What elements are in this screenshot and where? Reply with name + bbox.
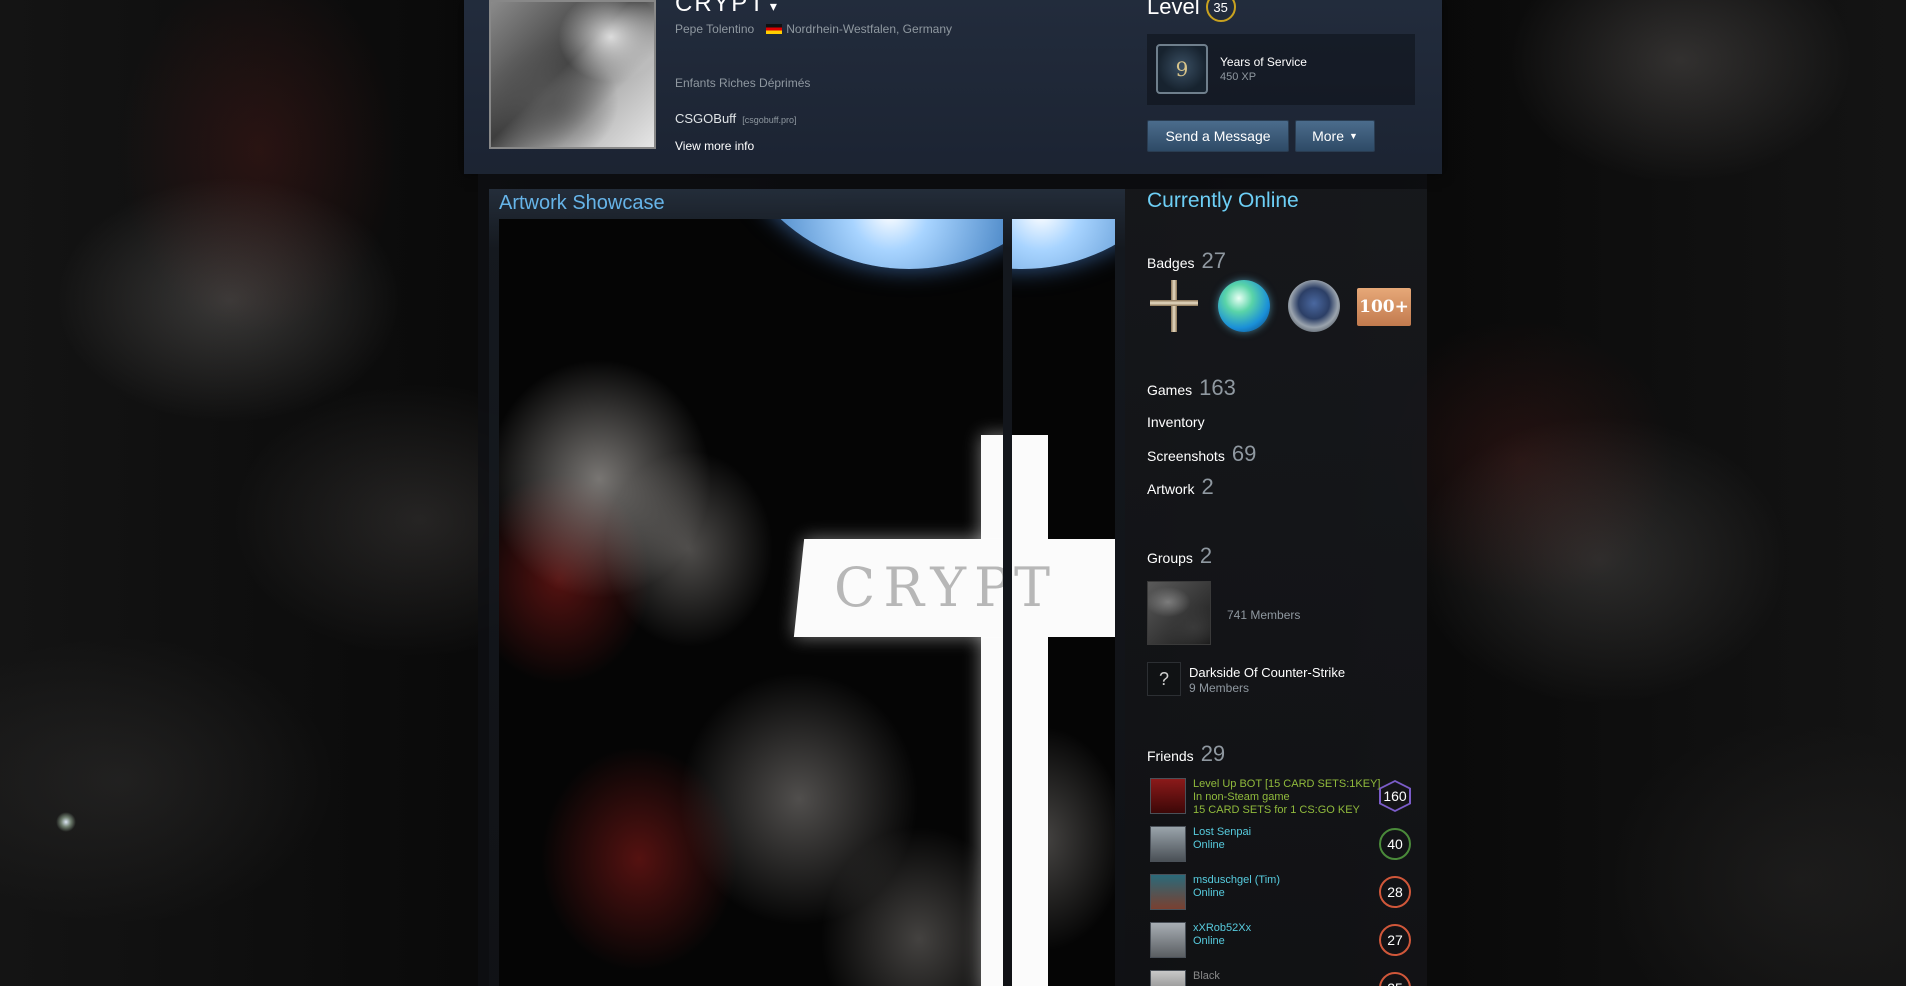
badges-more-button[interactable]: 100+ — [1357, 288, 1411, 326]
friend-status-detail: 15 CARD SETS for 1 CS:GO KEY — [1193, 804, 1360, 816]
friend-avatar — [1150, 826, 1186, 862]
friend-avatar — [1150, 778, 1186, 814]
friend-level: 28 — [1379, 876, 1411, 908]
friend-item[interactable]: xXRob52Xx Online 27 — [1150, 922, 1412, 964]
friend-level-badge: 160 — [1379, 780, 1411, 812]
more-label: More — [1312, 128, 1344, 144]
friend-status: Online — [1193, 935, 1225, 947]
real-name: Pepe Tolentino — [675, 22, 755, 36]
screenshots-link[interactable]: Screenshots 69 — [1147, 441, 1256, 467]
inventory-label: Inventory — [1147, 414, 1205, 430]
friend-status: Online — [1193, 839, 1225, 851]
friend-level: 27 — [1379, 924, 1411, 956]
friend-level: 25 — [1379, 972, 1411, 986]
planet-graphic-2 — [1012, 219, 1115, 269]
featured-badge-title: Years of Service — [1220, 55, 1307, 69]
persona-dropdown-caret-icon[interactable]: ▾ — [770, 0, 779, 14]
games-count: 163 — [1199, 375, 1236, 400]
cross-vertical-graphic — [981, 435, 1003, 986]
featured-badge[interactable]: 9 Years of Service 450 XP — [1147, 34, 1415, 105]
friend-avatar — [1150, 874, 1186, 910]
badges-label: Badges — [1147, 255, 1195, 271]
artwork-label: Artwork — [1147, 481, 1195, 497]
group-item[interactable]: 741 Members — [1147, 581, 1407, 645]
friend-name: Level Up BOT [15 CARD SETS:1KEY] — [1193, 778, 1381, 790]
artwork-count: 2 — [1201, 474, 1214, 499]
artwork-lettering: CRYPT — [834, 556, 1003, 619]
friend-name: Black — [1193, 970, 1220, 982]
group-members: 741 Members — [1227, 608, 1301, 622]
artwork-secondary-image[interactable]: T — [1012, 219, 1115, 986]
featured-badge-xp: 450 XP — [1220, 71, 1257, 83]
friend-level: 40 — [1379, 828, 1411, 860]
profile-summary-line-2: CSGOBuff [csgobuff.pro] — [675, 111, 797, 126]
friends-label: Friends — [1147, 748, 1194, 764]
profile-avatar[interactable] — [489, 0, 656, 149]
inventory-link[interactable]: Inventory — [1147, 414, 1205, 430]
cross-badge-icon[interactable] — [1148, 280, 1200, 332]
seal-badge-icon[interactable] — [1288, 280, 1340, 332]
groups-label: Groups — [1147, 550, 1193, 566]
level-badge-circle[interactable]: 35 — [1205, 0, 1236, 22]
friends-link[interactable]: Friends 29 — [1147, 741, 1225, 767]
artwork-link[interactable]: Artwork 2 — [1147, 474, 1214, 500]
friend-status: Online — [1193, 887, 1225, 899]
online-status: Currently Online — [1147, 189, 1299, 212]
send-message-label: Send a Message — [1165, 128, 1271, 144]
friends-count: 29 — [1200, 741, 1226, 766]
friend-item[interactable]: Black 25 — [1150, 970, 1412, 986]
friend-status: In non-Steam game — [1193, 791, 1290, 803]
friend-item[interactable]: Level Up BOT [15 CARD SETS:1KEY] In non-… — [1150, 778, 1412, 820]
friend-name: msduschgel (Tim) — [1193, 874, 1280, 886]
planet-graphic — [719, 219, 1003, 269]
groups-link[interactable]: Groups 2 — [1147, 543, 1212, 569]
friend-name: Lost Senpai — [1193, 826, 1252, 838]
artwork-main-image[interactable]: CRYPT — [499, 219, 1003, 986]
globe-badge-icon[interactable] — [1218, 280, 1270, 332]
location: Nordrhein-Westfalen, Germany — [786, 22, 953, 36]
artwork-showcase: Artwork Showcase CRYPT T — [489, 189, 1125, 986]
games-link[interactable]: Games 163 — [1147, 375, 1236, 401]
badges-link[interactable]: Badges 27 — [1147, 248, 1226, 274]
send-message-button[interactable]: Send a Message — [1147, 120, 1289, 152]
group-name: Darkside Of Counter-Strike — [1189, 665, 1346, 680]
friend-name: xXRob52Xx — [1193, 922, 1252, 934]
level-label: Level — [1147, 0, 1200, 19]
screenshots-count: 69 — [1231, 441, 1257, 466]
artwork-lettering-2: T — [1014, 556, 1059, 619]
group-placeholder-icon: ? — [1147, 662, 1181, 696]
view-more-info-link[interactable]: View more info — [675, 139, 754, 153]
friend-avatar — [1150, 970, 1186, 986]
games-label: Games — [1147, 382, 1193, 398]
background-sparkle — [56, 812, 76, 832]
groups-count: 2 — [1199, 543, 1213, 568]
persona-name-text: CRYPT — [675, 0, 766, 17]
germany-flag-icon — [766, 24, 783, 34]
cross-vertical-graphic-2 — [1012, 435, 1048, 986]
badges-count: 27 — [1201, 248, 1226, 273]
group-members: 9 Members — [1189, 681, 1250, 695]
more-button[interactable]: More ▼ — [1295, 120, 1375, 152]
profile-summary-line-1: Enfants Riches Déprimés — [675, 76, 811, 90]
screenshots-label: Screenshots — [1147, 448, 1225, 464]
chevron-down-icon: ▼ — [1348, 131, 1358, 141]
profile-level: Level 35 — [1147, 0, 1236, 22]
group-item[interactable]: ? Darkside Of Counter-Strike 9 Members — [1147, 662, 1407, 698]
friend-item[interactable]: msduschgel (Tim) Online 28 — [1150, 874, 1412, 916]
friend-avatar — [1150, 922, 1186, 958]
group-avatar — [1147, 581, 1211, 645]
persona-name[interactable]: CRYPT ▾ — [675, 0, 779, 18]
friend-level: 160 — [1381, 782, 1409, 810]
friend-item[interactable]: Lost Senpai Online 40 — [1150, 826, 1412, 868]
summary-line-2-link[interactable]: [csgobuff.pro] — [742, 115, 796, 125]
showcase-title: Artwork Showcase — [499, 192, 665, 214]
years-of-service-icon: 9 — [1156, 44, 1208, 94]
real-name-location: Pepe Tolentino Nordrhein-Westfalen, Germa… — [675, 22, 952, 36]
summary-line-2-text: CSGOBuff — [675, 111, 737, 126]
